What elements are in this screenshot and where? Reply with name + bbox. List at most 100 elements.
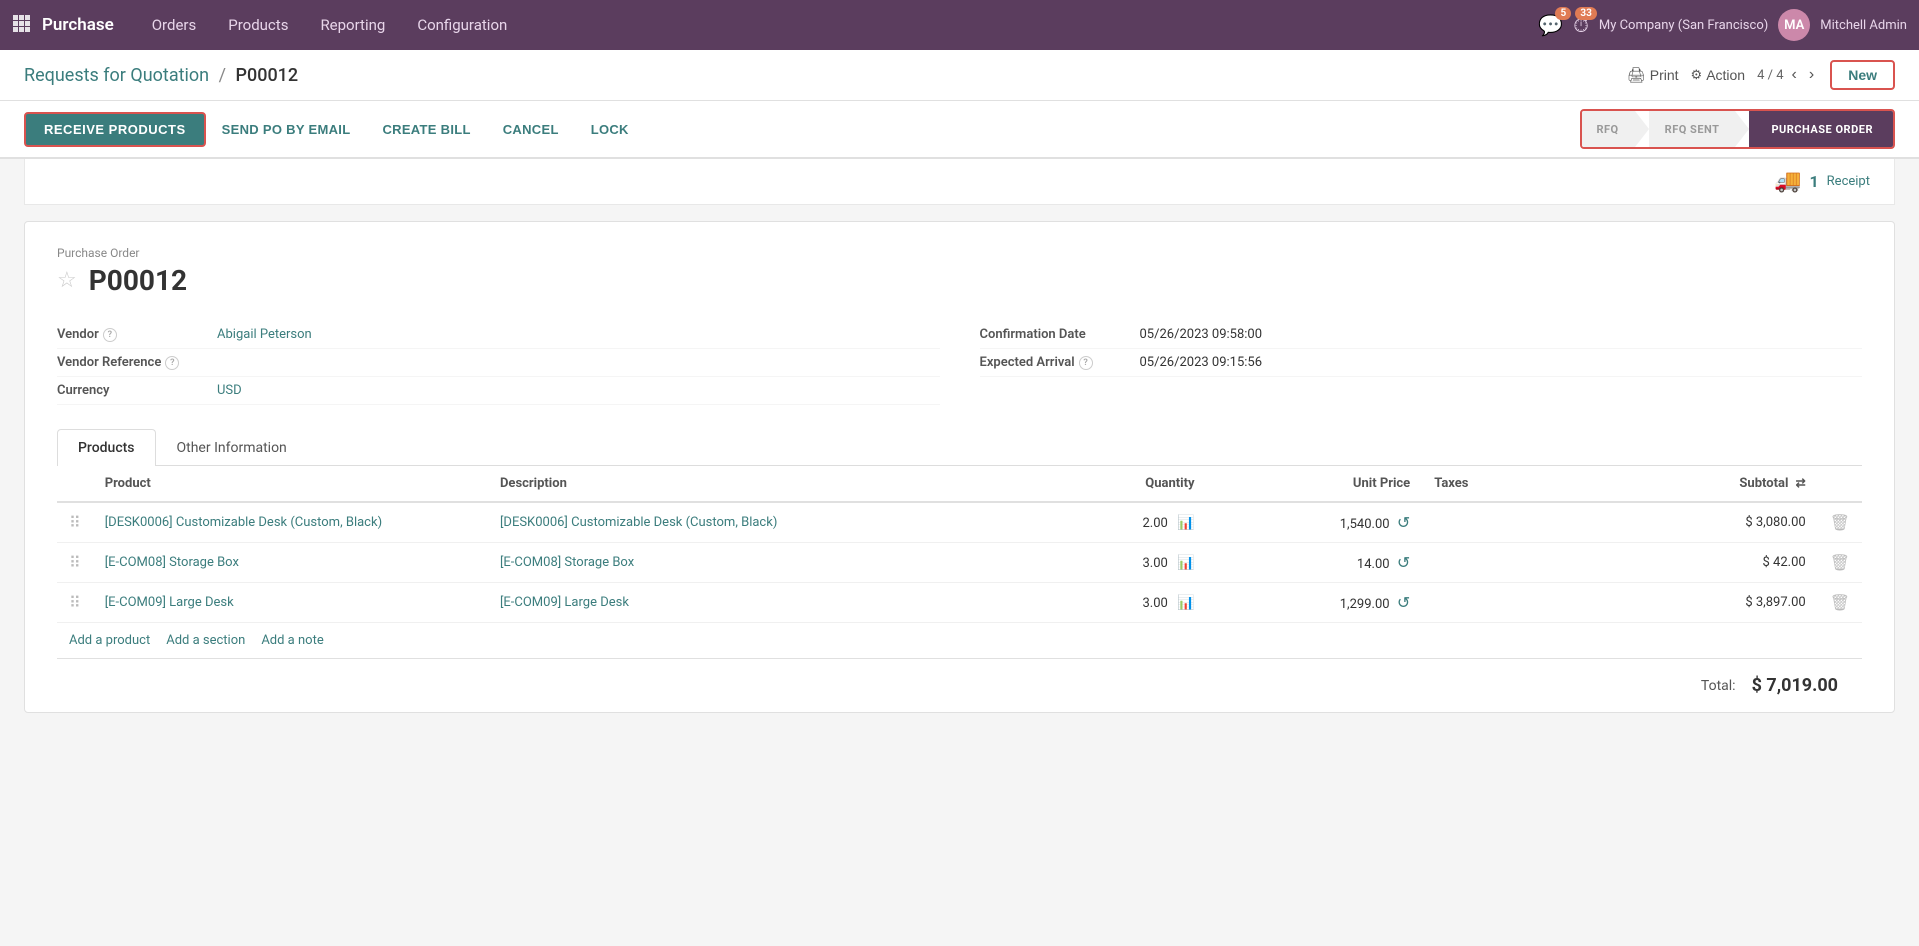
grid-icon[interactable] [12, 14, 30, 36]
unit-price-cell-0: 1,540.00 ↺ [1207, 502, 1423, 543]
expected-arrival-help-icon[interactable]: ? [1079, 356, 1093, 370]
reset-icon-1[interactable]: ↺ [1397, 553, 1410, 572]
quantity-cell-1: 3.00 📊 [991, 543, 1207, 583]
vendor-help-icon[interactable]: ? [103, 328, 117, 342]
vendor-row: Vendor ? Abigail Peterson [57, 321, 940, 349]
add-note-link[interactable]: Add a note [261, 633, 323, 648]
tab-other-info[interactable]: Other Information [156, 429, 308, 466]
cancel-button[interactable]: CANCEL [487, 114, 575, 145]
pipeline-rfq-sent[interactable]: RFQ SENT [1649, 111, 1736, 147]
lock-button[interactable]: LOCK [575, 114, 645, 145]
form-right: Confirmation Date 05/26/2023 09:58:00 Ex… [980, 321, 1863, 405]
subtotal-settings-icon[interactable]: ⇄ [1796, 476, 1806, 490]
subtotal-cell-0: $ 3,080.00 [1602, 502, 1818, 543]
nav-reporting[interactable]: Reporting [306, 10, 399, 40]
description-cell-2[interactable]: [E-COM09] Large Desk [488, 583, 991, 623]
products-table: Product Description Quantity Unit Price … [57, 466, 1862, 623]
form-title-row: ☆ P00012 [57, 264, 1862, 297]
delete-icon-2[interactable]: 🗑 [1830, 593, 1850, 612]
total-row: Total: $ 7,019.00 [57, 658, 1862, 712]
vendor-label: Vendor ? [57, 327, 217, 342]
chart-icon-2[interactable]: 📊 [1177, 595, 1194, 611]
top-navigation: Purchase Orders Products Reporting Confi… [0, 0, 1919, 50]
pipeline-purchase-order[interactable]: PURCHASE ORDER [1749, 111, 1893, 147]
vendor-value[interactable]: Abigail Peterson [217, 327, 312, 342]
total-amount: $ 7,019.00 [1752, 675, 1838, 696]
pager-prev[interactable]: ‹ [1788, 64, 1801, 86]
col-header-quantity: Quantity [991, 466, 1207, 502]
receipt-badge[interactable]: 🚚 1 Receipt [1774, 169, 1870, 194]
reset-icon-2[interactable]: ↺ [1397, 593, 1410, 612]
nav-orders[interactable]: Orders [138, 10, 211, 40]
breadcrumb-current: P00012 [236, 65, 299, 86]
chart-icon-1[interactable]: 📊 [1177, 555, 1194, 571]
breadcrumb-separator: / [219, 65, 226, 86]
drag-handle-icon[interactable]: ⠿ [69, 513, 81, 532]
clock-badge[interactable]: ⏱ 33 [1573, 13, 1589, 37]
pager: 4 / 4 ‹ › [1757, 64, 1818, 86]
delete-icon-1[interactable]: 🗑 [1830, 553, 1850, 572]
action-button[interactable]: ⚙ Action [1691, 67, 1746, 83]
product-cell-0[interactable]: [DESK0006] Customizable Desk (Custom, Bl… [93, 502, 488, 543]
chart-icon-0[interactable]: 📊 [1177, 515, 1194, 531]
product-cell-2[interactable]: [E-COM09] Large Desk [93, 583, 488, 623]
confirm-date-row: Confirmation Date 05/26/2023 09:58:00 [980, 321, 1863, 349]
main-content: 🚚 1 Receipt Purchase Order ☆ P00012 Vend… [0, 159, 1919, 737]
drag-handle-icon[interactable]: ⠿ [69, 593, 81, 612]
currency-value[interactable]: USD [217, 383, 242, 398]
status-pipeline: RFQ RFQ SENT PURCHASE ORDER [1580, 109, 1895, 149]
expected-arrival-value: 05/26/2023 09:15:56 [1140, 355, 1263, 370]
col-header-taxes: Taxes [1422, 466, 1602, 502]
form-card: Purchase Order ☆ P00012 Vendor ? Abigail… [24, 221, 1895, 713]
print-button[interactable]: 🖨 Print [1627, 66, 1679, 84]
taxes-cell-0[interactable] [1422, 502, 1602, 543]
delete-icon-0[interactable]: 🗑 [1830, 513, 1850, 532]
confirm-date-label: Confirmation Date [980, 327, 1140, 342]
order-number-title: P00012 [89, 264, 187, 297]
vendor-ref-row: Vendor Reference ? [57, 349, 940, 377]
new-button[interactable]: New [1830, 60, 1895, 90]
col-header-subtotal: Subtotal ⇄ [1602, 466, 1818, 502]
tab-products[interactable]: Products [57, 429, 156, 466]
pager-next[interactable]: › [1805, 64, 1818, 86]
add-section-link[interactable]: Add a section [166, 633, 245, 648]
create-bill-button[interactable]: CREATE BILL [366, 114, 486, 145]
favorite-star-icon[interactable]: ☆ [57, 268, 77, 293]
pipeline-arrow-2 [1735, 111, 1749, 147]
app-brand[interactable]: Purchase [42, 15, 114, 35]
taxes-cell-2[interactable] [1422, 583, 1602, 623]
vendor-ref-help-icon[interactable]: ? [165, 356, 179, 370]
vendor-ref-label: Vendor Reference ? [57, 355, 217, 370]
drag-handle-cell: ⠿ [57, 543, 93, 583]
col-header-actions [1818, 466, 1862, 502]
form-left: Vendor ? Abigail Peterson Vendor Referen… [57, 321, 940, 405]
currency-row: Currency USD [57, 377, 940, 405]
confirm-date-value: 05/26/2023 09:58:00 [1140, 327, 1263, 342]
pipeline-steps: RFQ RFQ SENT PURCHASE ORDER [1580, 109, 1895, 149]
send-po-button[interactable]: SEND PO BY EMAIL [206, 114, 367, 145]
print-icon: 🖨 [1627, 66, 1646, 84]
nav-configuration[interactable]: Configuration [403, 10, 521, 40]
drag-handle-icon[interactable]: ⠿ [69, 553, 81, 572]
company-selector[interactable]: My Company (San Francisco) [1599, 18, 1768, 33]
actions-cell-2: 🗑 [1818, 583, 1862, 623]
gear-icon: ⚙ [1691, 67, 1703, 83]
form-fields: Vendor ? Abigail Peterson Vendor Referen… [57, 321, 1862, 405]
breadcrumb-base[interactable]: Requests for Quotation [24, 65, 209, 86]
unit-price-cell-1: 14.00 ↺ [1207, 543, 1423, 583]
reset-icon-0[interactable]: ↺ [1397, 513, 1410, 532]
product-cell-1[interactable]: [E-COM08] Storage Box [93, 543, 488, 583]
pipeline-rfq[interactable]: RFQ [1582, 111, 1634, 147]
add-product-link[interactable]: Add a product [69, 633, 150, 648]
table-body: ⠿ [DESK0006] Customizable Desk (Custom, … [57, 502, 1862, 623]
chat-badge[interactable]: 💬 5 [1538, 13, 1563, 37]
nav-products[interactable]: Products [214, 10, 302, 40]
receive-products-button[interactable]: RECEIVE PRODUCTS [24, 112, 206, 147]
user-name[interactable]: Mitchell Admin [1820, 18, 1907, 33]
add-links: Add a product Add a section Add a note [57, 623, 1862, 658]
description-cell-1[interactable]: [E-COM08] Storage Box [488, 543, 991, 583]
user-avatar[interactable]: MA [1778, 9, 1810, 41]
total-label: Total: [1701, 678, 1736, 694]
taxes-cell-1[interactable] [1422, 543, 1602, 583]
description-cell-0[interactable]: [DESK0006] Customizable Desk (Custom, Bl… [488, 502, 991, 543]
